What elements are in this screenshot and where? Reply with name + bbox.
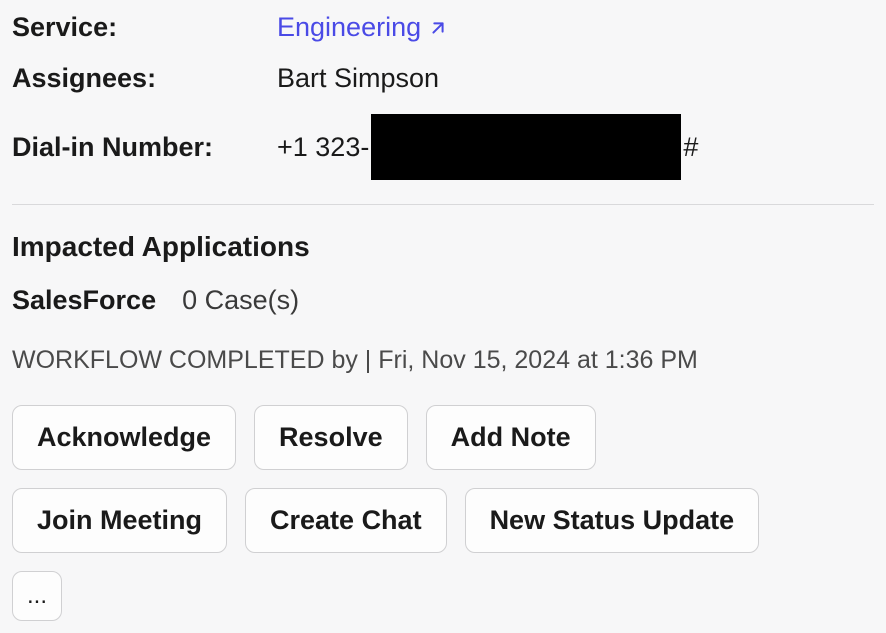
resolve-button[interactable]: Resolve xyxy=(254,405,408,470)
assignees-value: Bart Simpson xyxy=(277,63,439,94)
button-row-1: Acknowledge Resolve Add Note xyxy=(12,405,874,470)
add-note-button[interactable]: Add Note xyxy=(426,405,596,470)
meta-row-dialin: Dial-in Number: +1 323- # xyxy=(12,114,874,180)
dialin-redacted xyxy=(371,114,681,180)
acknowledge-button[interactable]: Acknowledge xyxy=(12,405,236,470)
meta-row-assignees: Assignees: Bart Simpson xyxy=(12,63,874,94)
service-value: Engineering xyxy=(277,12,449,43)
create-chat-button[interactable]: Create Chat xyxy=(245,488,447,553)
button-row-2: Join Meeting Create Chat New Status Upda… xyxy=(12,488,874,553)
service-link-text: Engineering xyxy=(277,12,421,43)
more-button[interactable]: ... xyxy=(12,571,62,621)
impacted-cases: 0 Case(s) xyxy=(182,285,299,316)
external-link-icon xyxy=(427,17,449,39)
dialin-prefix: +1 323- xyxy=(277,132,369,163)
dialin-value: +1 323- # xyxy=(277,114,698,180)
impacted-heading: Impacted Applications xyxy=(12,231,874,263)
impacted-row: SalesForce 0 Case(s) xyxy=(12,285,874,316)
meta-list: Service: Engineering Assignees: Bart Sim… xyxy=(12,12,874,204)
join-meeting-button[interactable]: Join Meeting xyxy=(12,488,227,553)
assignees-label: Assignees: xyxy=(12,63,277,94)
impacted-app: SalesForce xyxy=(12,285,156,316)
dialin-label: Dial-in Number: xyxy=(12,132,277,163)
workflow-status: WORKFLOW COMPLETED by | Fri, Nov 15, 202… xyxy=(12,346,874,375)
service-label: Service: xyxy=(12,12,277,43)
dialin-suffix: # xyxy=(683,132,698,163)
new-status-update-button[interactable]: New Status Update xyxy=(465,488,760,553)
meta-row-service: Service: Engineering xyxy=(12,12,874,43)
section-divider xyxy=(12,204,874,205)
service-link[interactable]: Engineering xyxy=(277,12,449,43)
